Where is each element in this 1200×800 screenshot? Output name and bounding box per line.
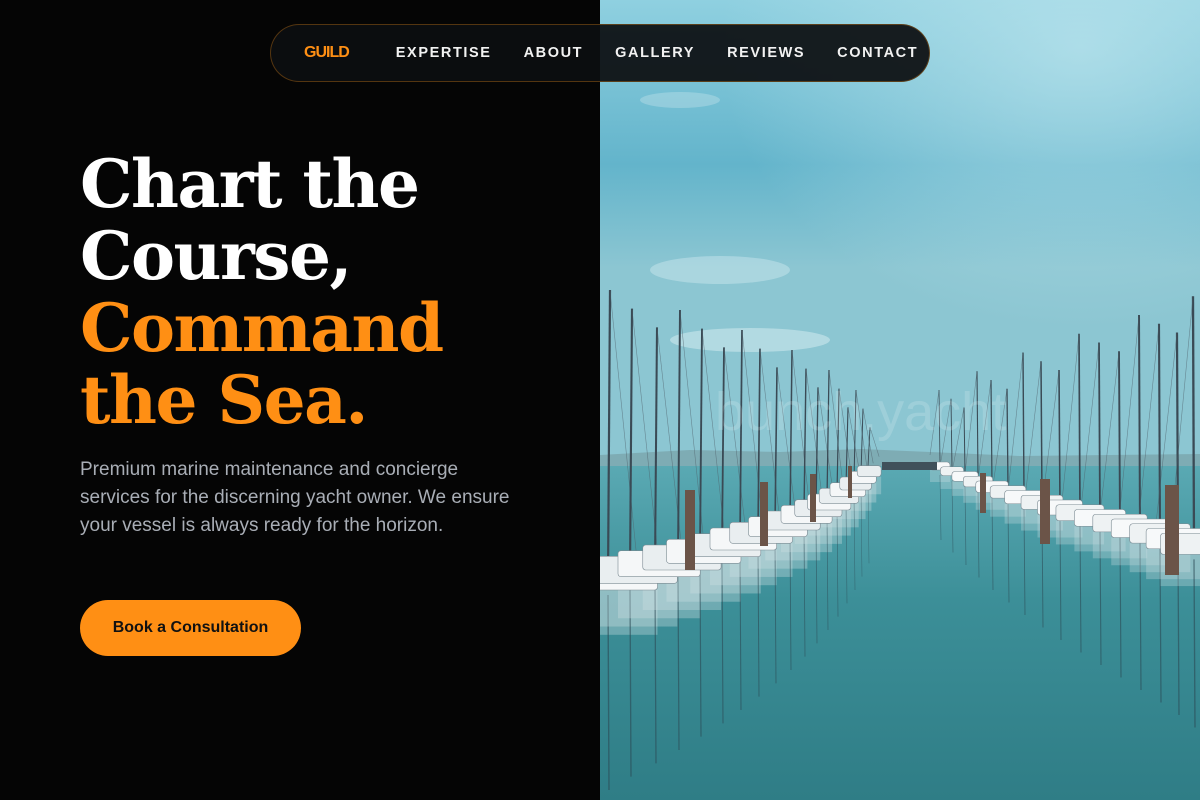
hero-title-line-3: Command	[80, 289, 444, 367]
mast	[1078, 333, 1081, 513]
boat-hull	[856, 465, 882, 477]
mast	[1118, 351, 1121, 524]
dock-pile	[685, 490, 695, 570]
dock-pile	[848, 466, 852, 498]
mast	[1191, 296, 1196, 547]
nav-link-reviews[interactable]: REVIEWS	[727, 45, 805, 61]
nav-link-expertise[interactable]: EXPERTISE	[396, 45, 492, 61]
hero-title: Chart the Course, Command the Sea.	[80, 148, 580, 436]
dock-pile	[810, 474, 816, 522]
mast	[1058, 369, 1061, 508]
marina-illustration: bunch.yacht	[600, 0, 1200, 800]
breakwater	[882, 462, 937, 470]
nav-links: EXPERTISE ABOUT GALLERY REVIEWS CONTACT	[396, 45, 950, 61]
mast	[1098, 342, 1101, 519]
book-consultation-button[interactable]: Book a Consultation	[80, 600, 301, 656]
nav-link-contact[interactable]: CONTACT	[837, 45, 918, 61]
hero-description: Premium marine maintenance and concierge…	[80, 459, 510, 536]
dock-pile	[1040, 479, 1050, 544]
hero-title-line-4: the Sea.	[80, 361, 368, 439]
top-nav: GUILD EXPERTISE ABOUT GALLERY REVIEWS CO…	[270, 24, 930, 82]
nav-link-gallery[interactable]: GALLERY	[615, 45, 695, 61]
nav-link-about[interactable]: ABOUT	[524, 45, 584, 61]
brand-logo[interactable]: GUILD	[304, 44, 350, 62]
marina-photo: bunch.yacht	[600, 0, 1200, 800]
hero-title-line-1: Chart the	[80, 145, 420, 223]
photo-watermark: bunch.yacht	[715, 382, 1006, 442]
dock-pile	[1165, 485, 1179, 575]
hero-title-line-2: Course,	[80, 217, 352, 295]
dock-pile	[980, 473, 986, 513]
mast	[1157, 323, 1162, 536]
mast	[1138, 314, 1141, 530]
dock-pile	[760, 482, 768, 546]
mast	[1022, 352, 1025, 496]
